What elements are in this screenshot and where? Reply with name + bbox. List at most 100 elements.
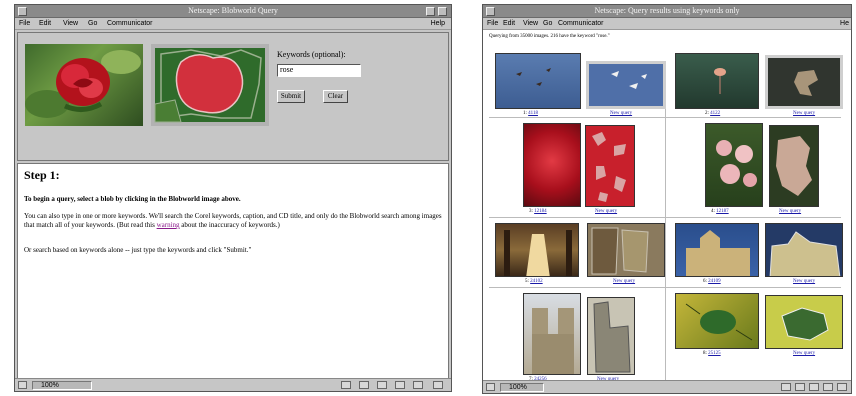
right-status-bar: 100%: [483, 380, 851, 393]
instructions-frame: Step 1: To begin a query, select a blob …: [17, 163, 449, 379]
query-summary: Querying from 35000 images. 216 have the…: [489, 34, 610, 39]
conference-icon[interactable]: [837, 383, 847, 391]
submit-button[interactable]: Submit: [277, 90, 305, 103]
conference-icon[interactable]: [413, 381, 423, 389]
result-blob-image[interactable]: [585, 125, 635, 207]
instruction-text: To begin a query, select a blob by click…: [24, 195, 241, 203]
minimize-button[interactable]: [426, 7, 435, 16]
result-id-link[interactable]: 12187: [716, 209, 729, 214]
left-status-bar: 100%: [15, 378, 451, 391]
menu-file[interactable]: File: [487, 20, 498, 27]
new-query-link[interactable]: New query: [793, 351, 815, 356]
maximize-button[interactable]: [438, 7, 447, 16]
result-blob-image[interactable]: [587, 297, 635, 375]
right-title-bar[interactable]: Netscape: Query results using keywords o…: [483, 5, 851, 18]
result-blob-image[interactable]: [765, 55, 843, 109]
menu-help[interactable]: He: [840, 20, 849, 27]
result-id-link[interactable]: 4122: [710, 111, 720, 116]
left-menu-bar: File Edit View Go Communicator Help: [15, 18, 451, 30]
query-frame: Keywords (optional): rose Submit Clear: [17, 32, 449, 161]
edit-icon[interactable]: [433, 381, 443, 389]
menu-edit[interactable]: Edit: [503, 20, 515, 27]
zoom-indicator: 100%: [32, 381, 92, 390]
composer-icon[interactable]: [823, 383, 833, 391]
keywords-paragraph: You can also type in one or more keyword…: [24, 212, 442, 230]
new-query-link[interactable]: New query: [595, 209, 617, 214]
menu-help[interactable]: Help: [431, 20, 445, 27]
menu-go[interactable]: Go: [543, 20, 552, 27]
discussions-icon[interactable]: [809, 383, 819, 391]
keywords-input[interactable]: rose: [277, 64, 361, 77]
result-image[interactable]: [523, 293, 581, 375]
menu-view[interactable]: View: [63, 20, 78, 27]
menu-communicator[interactable]: Communicator: [558, 20, 604, 27]
result-number: 4:: [711, 209, 715, 214]
rose-photo: [25, 44, 143, 126]
result-blob-image[interactable]: [769, 125, 819, 207]
clear-button[interactable]: Clear: [323, 90, 348, 103]
result-blob-image[interactable]: [765, 295, 843, 349]
menu-communicator[interactable]: Communicator: [107, 20, 153, 27]
result-id-link[interactable]: 24102: [530, 279, 543, 284]
result-id-link[interactable]: 24109: [708, 279, 721, 284]
new-query-link[interactable]: New query: [613, 279, 635, 284]
blobworld-query-window: Netscape: Blobworld Query File Edit View…: [14, 4, 452, 392]
result-blob-image[interactable]: [586, 61, 666, 109]
result-caption: 1: 4118: [523, 111, 538, 116]
menu-file[interactable]: File: [19, 20, 30, 27]
new-query-link[interactable]: New query: [779, 209, 801, 214]
result-image[interactable]: [675, 223, 759, 277]
menu-go[interactable]: Go: [88, 20, 97, 27]
result-number: 5:: [525, 279, 529, 284]
result-id-link[interactable]: 12184: [534, 209, 547, 214]
result-number: 1:: [523, 111, 527, 116]
mail-icon[interactable]: [359, 381, 369, 389]
keywords-only-paragraph: Or search based on keywords alone -- jus…: [24, 246, 252, 254]
right-window-title: Netscape: Query results using keywords o…: [594, 6, 740, 15]
security-icon[interactable]: [486, 383, 495, 391]
result-image[interactable]: [705, 123, 763, 207]
result-number: 8:: [703, 351, 707, 356]
composer-icon[interactable]: [395, 381, 405, 389]
new-query-link[interactable]: New query: [793, 111, 815, 116]
keywords-label: Keywords (optional):: [277, 50, 346, 59]
column-divider: [665, 71, 666, 380]
warning-link[interactable]: warning: [157, 221, 180, 229]
navigator-icon[interactable]: [341, 381, 351, 389]
query-results-window: Netscape: Query results using keywords o…: [482, 4, 852, 394]
result-caption: 5: 24102: [525, 279, 543, 284]
result-image[interactable]: [523, 123, 581, 207]
result-blob-image[interactable]: [765, 223, 843, 277]
blobworld-image[interactable]: [151, 44, 269, 126]
result-caption: 3: 12184: [529, 209, 547, 214]
menu-view[interactable]: View: [523, 20, 538, 27]
navigator-icon[interactable]: [781, 383, 791, 391]
left-window-title: Netscape: Blobworld Query: [188, 6, 278, 15]
menu-edit[interactable]: Edit: [39, 20, 51, 27]
step-heading: Step 1:: [24, 168, 60, 182]
result-number: 3:: [529, 209, 533, 214]
left-title-bar[interactable]: Netscape: Blobworld Query: [15, 5, 451, 18]
zoom-indicator: 100%: [500, 383, 544, 392]
mail-icon[interactable]: [795, 383, 805, 391]
result-image[interactable]: [675, 53, 759, 109]
result-id-link[interactable]: 25125: [708, 351, 721, 356]
result-blob-image[interactable]: [587, 223, 665, 277]
result-number: 6:: [703, 279, 707, 284]
results-page: Querying from 35000 images. 216 have the…: [483, 31, 851, 382]
result-number: 2:: [705, 111, 709, 116]
new-query-link[interactable]: New query: [793, 279, 815, 284]
security-icon[interactable]: [18, 381, 27, 389]
new-query-link[interactable]: New query: [610, 111, 632, 116]
result-id-link[interactable]: 4118: [528, 111, 538, 116]
right-menu-bar: File Edit View Go Communicator He: [483, 18, 851, 30]
result-caption: 2: 4122: [705, 111, 720, 116]
result-caption: 8: 25125: [703, 351, 721, 356]
result-image[interactable]: [675, 293, 759, 349]
result-caption: 6: 24109: [703, 279, 721, 284]
result-image[interactable]: [495, 53, 581, 109]
result-caption: 4: 12187: [711, 209, 729, 214]
result-image[interactable]: [495, 223, 579, 277]
keywords-paragraph-text-2: about the inaccuracy of keywords.): [179, 221, 280, 229]
discussions-icon[interactable]: [377, 381, 387, 389]
